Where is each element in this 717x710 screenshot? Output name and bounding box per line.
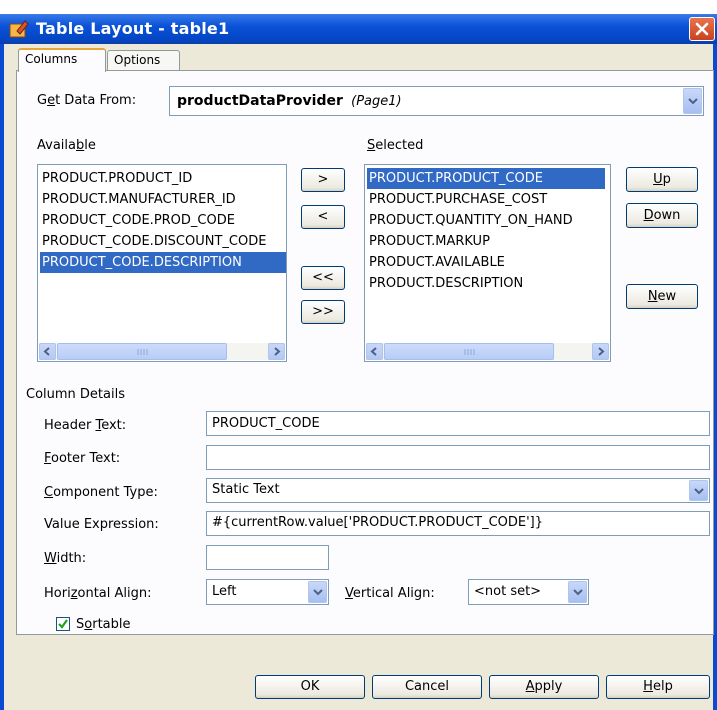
scroll-thumb[interactable]: [57, 343, 227, 360]
selected-label: Selected: [367, 138, 424, 153]
available-label: Available: [37, 138, 96, 153]
footer-text-input[interactable]: [206, 445, 710, 470]
value-expression-input[interactable]: #{currentRow.value['PRODUCT.PRODUCT_CODE…: [206, 511, 710, 536]
move-down-button[interactable]: Down: [626, 203, 698, 228]
chevron-down-icon: [313, 589, 323, 596]
chevron-right-icon: [274, 347, 281, 356]
new-column-button[interactable]: New: [626, 284, 698, 309]
add-column-button[interactable]: >: [301, 168, 345, 192]
component-type-label: Component Type:: [44, 485, 158, 500]
get-data-from-label: Get Data From:: [37, 93, 137, 108]
scroll-right-button[interactable]: [592, 343, 609, 360]
header-text-input[interactable]: PRODUCT_CODE: [206, 411, 710, 436]
help-button[interactable]: Help: [606, 675, 710, 699]
table-layout-dialog: Table Layout - table1 Columns Options Ge…: [0, 0, 717, 710]
window-title: Table Layout - table1: [36, 19, 230, 38]
horizontal-align-label: Horizontal Align:: [44, 586, 152, 601]
list-item[interactable]: PRODUCT.MARKUP: [367, 231, 490, 252]
apply-button[interactable]: Apply: [489, 675, 599, 699]
list-item[interactable]: PRODUCT.MANUFACTURER_ID: [40, 189, 236, 210]
cancel-button[interactable]: Cancel: [372, 675, 482, 699]
list-item[interactable]: PRODUCT_CODE.PROD_CODE: [40, 210, 235, 231]
remove-all-columns-button[interactable]: <<: [301, 266, 345, 290]
grip-icon: [464, 349, 475, 355]
available-horizontal-scrollbar[interactable]: [39, 343, 285, 360]
component-type-select[interactable]: Static Text: [206, 478, 710, 503]
list-item-selected[interactable]: PRODUCT_CODE.DESCRIPTION: [40, 252, 286, 273]
width-label: Width:: [44, 551, 87, 566]
scroll-right-button[interactable]: [268, 343, 285, 360]
vertical-align-dropdown-button[interactable]: [568, 581, 587, 603]
data-provider-value: productDataProvider (Page1): [177, 93, 402, 109]
add-all-columns-button[interactable]: >>: [301, 300, 345, 324]
remove-column-button[interactable]: <: [301, 205, 345, 229]
close-button[interactable]: [689, 17, 715, 41]
list-item[interactable]: PRODUCT.PRODUCT_ID: [40, 168, 192, 189]
data-provider-dropdown-button[interactable]: [683, 88, 702, 114]
available-columns-list[interactable]: PRODUCT.PRODUCT_ID PRODUCT.MANUFACTURER_…: [37, 164, 287, 362]
close-icon: [695, 22, 709, 36]
move-up-button[interactable]: Up: [626, 167, 698, 192]
list-item[interactable]: PRODUCT.AVAILABLE: [367, 252, 505, 273]
vertical-align-label: Vertical Align:: [345, 586, 435, 601]
chevron-down-icon: [694, 487, 704, 494]
header-text-label: Header Text:: [44, 418, 127, 433]
tab-options-label: Options: [114, 53, 161, 67]
sortable-checkbox[interactable]: [56, 617, 70, 631]
width-input[interactable]: [206, 545, 329, 570]
checkmark-icon: [58, 619, 68, 629]
list-item[interactable]: PRODUCT_CODE.DISCOUNT_CODE: [40, 231, 266, 252]
chevron-right-icon: [598, 347, 605, 356]
grip-icon: [137, 349, 148, 355]
selected-columns-list[interactable]: PRODUCT.PRODUCT_CODE PRODUCT.PURCHASE_CO…: [364, 164, 611, 362]
horizontal-align-dropdown-button[interactable]: [308, 581, 327, 603]
list-item[interactable]: PRODUCT.PURCHASE_COST: [367, 189, 547, 210]
footer-text-label: Footer Text:: [44, 451, 121, 466]
list-item[interactable]: PRODUCT.QUANTITY_ON_HAND: [367, 210, 573, 231]
chevron-left-icon: [370, 347, 377, 356]
scroll-left-button[interactable]: [39, 343, 56, 360]
vertical-align-value: <not set>: [474, 584, 542, 599]
selected-horizontal-scrollbar[interactable]: [366, 343, 609, 360]
scroll-thumb[interactable]: [384, 343, 554, 360]
scroll-left-button[interactable]: [366, 343, 383, 360]
ok-button[interactable]: OK: [255, 675, 365, 699]
chevron-down-icon: [573, 589, 583, 596]
tab-columns[interactable]: Columns: [18, 48, 106, 72]
sortable-label: Sortable: [76, 617, 131, 632]
component-type-value: Static Text: [212, 482, 280, 497]
window-border-left: [0, 44, 4, 710]
list-item-selected[interactable]: PRODUCT.PRODUCT_CODE: [367, 168, 605, 189]
column-details-label: Column Details: [26, 387, 125, 402]
value-expression-label: Value Expression:: [44, 517, 159, 532]
list-item[interactable]: PRODUCT.DESCRIPTION: [367, 273, 523, 294]
component-type-dropdown-button[interactable]: [689, 480, 708, 501]
table-layout-icon: [9, 20, 29, 38]
tab-columns-label: Columns: [25, 52, 78, 66]
chevron-left-icon: [43, 347, 50, 356]
horizontal-align-value: Left: [212, 584, 237, 599]
tab-options[interactable]: Options: [107, 50, 180, 72]
data-provider-select[interactable]: productDataProvider (Page1): [169, 86, 704, 116]
horizontal-align-select[interactable]: Left: [206, 579, 329, 605]
vertical-align-select[interactable]: <not set>: [468, 579, 589, 605]
chevron-down-icon: [688, 98, 698, 105]
